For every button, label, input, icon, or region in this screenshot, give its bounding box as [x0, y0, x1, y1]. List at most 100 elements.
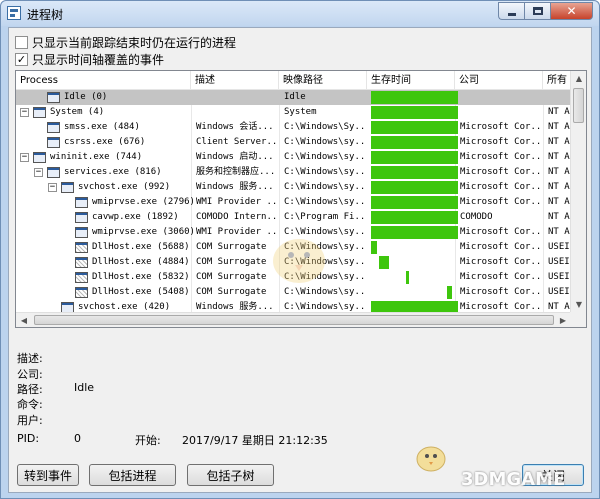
process-image-path: Idle — [284, 92, 306, 102]
process-company: Microsoft Cor... — [460, 122, 541, 132]
user-label: 用户: — [17, 414, 43, 427]
process-icon — [47, 167, 60, 178]
process-name: DllHost.exe (4884) — [92, 257, 190, 267]
lifetime-bar — [446, 286, 452, 299]
maximize-button[interactable] — [524, 2, 550, 20]
lifetime-bar — [378, 256, 390, 269]
process-company: Microsoft Cor... — [460, 242, 541, 252]
start-label: 开始: — [135, 434, 161, 447]
process-owner: NT A — [548, 167, 570, 177]
goto-event-button[interactable]: 转到事件 — [17, 464, 79, 486]
process-icon — [75, 197, 88, 208]
process-company — [457, 105, 541, 120]
collapse-toggle-icon[interactable]: − — [34, 168, 43, 177]
process-icon — [33, 107, 46, 118]
include-process-button[interactable]: 包括进程 — [89, 464, 176, 486]
process-row[interactable]: Idle (0) Idle — [16, 90, 571, 105]
horizontal-scroll-thumb[interactable] — [34, 315, 554, 325]
process-name: DllHost.exe (5688) — [92, 242, 190, 252]
scroll-left-icon[interactable]: ◀ — [16, 313, 32, 327]
lifetime-bar — [371, 166, 458, 179]
process-tree-window: 进程树 ✕ 只显示当前跟踪结束时仍在运行的进程 ✓ 只显示时间轴覆盖的事件 Pr… — [0, 0, 600, 499]
scroll-right-icon[interactable]: ▶ — [555, 313, 571, 327]
process-company: Microsoft Cor... — [460, 197, 541, 207]
minimize-icon — [507, 12, 516, 16]
process-name: services.exe (816) — [64, 167, 162, 177]
column-header: Process 描述 映像路径 生存时间 公司 所有 — [16, 71, 571, 90]
process-description: 服务和控制器应... — [196, 167, 276, 177]
process-row[interactable]: wmiprvse.exe (2796) WMI Provider ... C:\Wi… — [16, 195, 571, 210]
process-row[interactable]: − wininit.exe (744) Windows 启动... C:\Window… — [16, 150, 571, 165]
process-description — [193, 105, 277, 120]
process-description: Windows 会话... — [196, 122, 274, 132]
option-timeline-events[interactable]: ✓ 只显示时间轴覆盖的事件 — [15, 51, 164, 68]
process-row[interactable]: csrss.exe (676) Client Server... C:\Window… — [16, 135, 571, 150]
process-owner: USEI — [548, 287, 570, 297]
process-owner: NT A — [548, 212, 570, 222]
title-bar[interactable]: 进程树 ✕ — [1, 1, 599, 26]
lifetime-bar — [371, 226, 458, 239]
scroll-up-icon[interactable]: ▲ — [571, 71, 586, 87]
timeline-events-checkbox[interactable]: ✓ — [15, 53, 28, 66]
start-value: 2017/9/17 星期日 21:12:35 — [182, 434, 328, 447]
lifetime-bar — [371, 181, 458, 194]
close-window-button[interactable]: ✕ — [550, 2, 593, 20]
process-row[interactable]: − services.exe (816) 服务和控制器应... C:\Windows\… — [16, 165, 571, 180]
path-value: Idle — [74, 381, 95, 394]
scrollbar-corner — [570, 312, 586, 327]
col-lifetime[interactable]: 生存时间 — [367, 71, 455, 90]
lifetime-bar — [371, 196, 458, 209]
collapse-toggle-icon[interactable]: − — [48, 183, 57, 192]
process-row[interactable]: smss.exe (484) Windows 会话... C:\Windows\Sy… — [16, 120, 571, 135]
col-process[interactable]: Process — [16, 71, 191, 90]
col-company[interactable]: 公司 — [455, 71, 543, 90]
horizontal-scrollbar[interactable]: ◀ ▶ — [16, 312, 571, 327]
minimize-button[interactable] — [498, 2, 524, 20]
app-icon — [7, 6, 21, 20]
process-owner — [545, 90, 571, 105]
vertical-scrollbar[interactable]: ▲ ▼ — [570, 71, 586, 313]
company-label: 公司: — [17, 368, 43, 381]
process-icon — [75, 287, 88, 298]
pid-label: PID: — [17, 432, 40, 445]
close-icon: ✕ — [566, 4, 577, 18]
process-owner: USEI — [548, 257, 570, 267]
running-only-checkbox[interactable] — [15, 36, 28, 49]
process-name: csrss.exe (676) — [64, 137, 146, 147]
collapse-toggle-icon[interactable]: − — [20, 108, 29, 117]
process-owner: NT A — [548, 197, 570, 207]
lifetime-bar — [371, 91, 458, 104]
process-icon — [33, 152, 46, 163]
process-name: DllHost.exe (5408) — [92, 287, 190, 297]
process-owner: NT A — [548, 227, 570, 237]
process-owner: USEI — [548, 272, 570, 282]
vertical-scroll-thumb[interactable] — [573, 88, 584, 123]
process-image-path: C:\Windows\Sy... — [284, 122, 365, 132]
process-name: Idle (0) — [64, 92, 108, 102]
process-description: Windows 启动... — [196, 152, 274, 162]
watermark-text: 3DMGAME — [461, 469, 566, 490]
process-image-path: System — [284, 107, 317, 117]
process-image-path: C:\Windows\sy... — [284, 197, 365, 207]
process-name: wmiprvse.exe (3060) — [92, 227, 195, 237]
option-running-only[interactable]: 只显示当前跟踪结束时仍在运行的进程 — [15, 34, 236, 51]
process-description: Client Server... — [196, 137, 277, 147]
lifetime-bar — [371, 121, 458, 134]
process-company: Microsoft Cor... — [460, 287, 541, 297]
process-owner: NT A — [548, 152, 570, 162]
scroll-down-icon[interactable]: ▼ — [571, 297, 586, 313]
col-owner[interactable]: 所有 — [543, 71, 571, 90]
process-row[interactable]: − svchost.exe (992) Windows 服务... C:\Window… — [16, 180, 571, 195]
include-subtree-button[interactable]: 包括子树 — [187, 464, 274, 486]
process-image-path: C:\Windows\sy... — [284, 152, 365, 162]
path-label: 路径: — [17, 383, 43, 396]
process-image-path: C:\Windows\sy... — [284, 167, 365, 177]
process-owner: NT A — [548, 107, 570, 117]
process-icon — [75, 227, 88, 238]
col-description[interactable]: 描述 — [191, 71, 279, 90]
col-image-path[interactable]: 映像路径 — [279, 71, 367, 90]
lifetime-bar — [371, 106, 458, 119]
process-icon — [75, 242, 88, 253]
process-row[interactable]: − System (4) System NT A — [16, 105, 571, 120]
collapse-toggle-icon[interactable]: − — [20, 153, 29, 162]
